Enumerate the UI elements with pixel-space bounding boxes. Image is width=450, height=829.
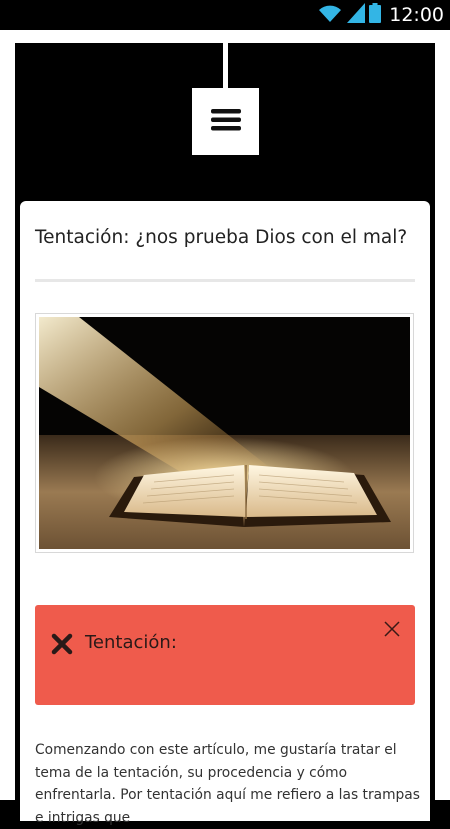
article-body: Comenzando con este artículo, me gustarí… <box>35 742 420 826</box>
status-time: 12:00 <box>389 4 444 26</box>
alert-label: Tentación: <box>85 632 177 653</box>
article-image <box>35 313 414 553</box>
alert-box: Tentación: <box>35 605 415 705</box>
title-divider <box>35 279 415 282</box>
article-card: Tentación: ¿nos prueba Dios con el mal? <box>20 201 430 826</box>
article-title: Tentación: ¿nos prueba Dios con el mal? <box>35 227 408 248</box>
menu-button[interactable] <box>192 88 259 155</box>
battery-icon <box>369 3 382 27</box>
menu-hanger-line <box>223 43 228 89</box>
wifi-icon <box>317 3 343 27</box>
hamburger-menu-icon <box>210 108 241 135</box>
x-mark-icon <box>51 633 73 655</box>
status-bar: 12:00 <box>0 0 450 30</box>
signal-icon <box>347 3 366 27</box>
open-book-illustration <box>39 317 410 549</box>
status-icons: 12:00 <box>317 3 444 27</box>
close-icon[interactable] <box>383 620 401 638</box>
